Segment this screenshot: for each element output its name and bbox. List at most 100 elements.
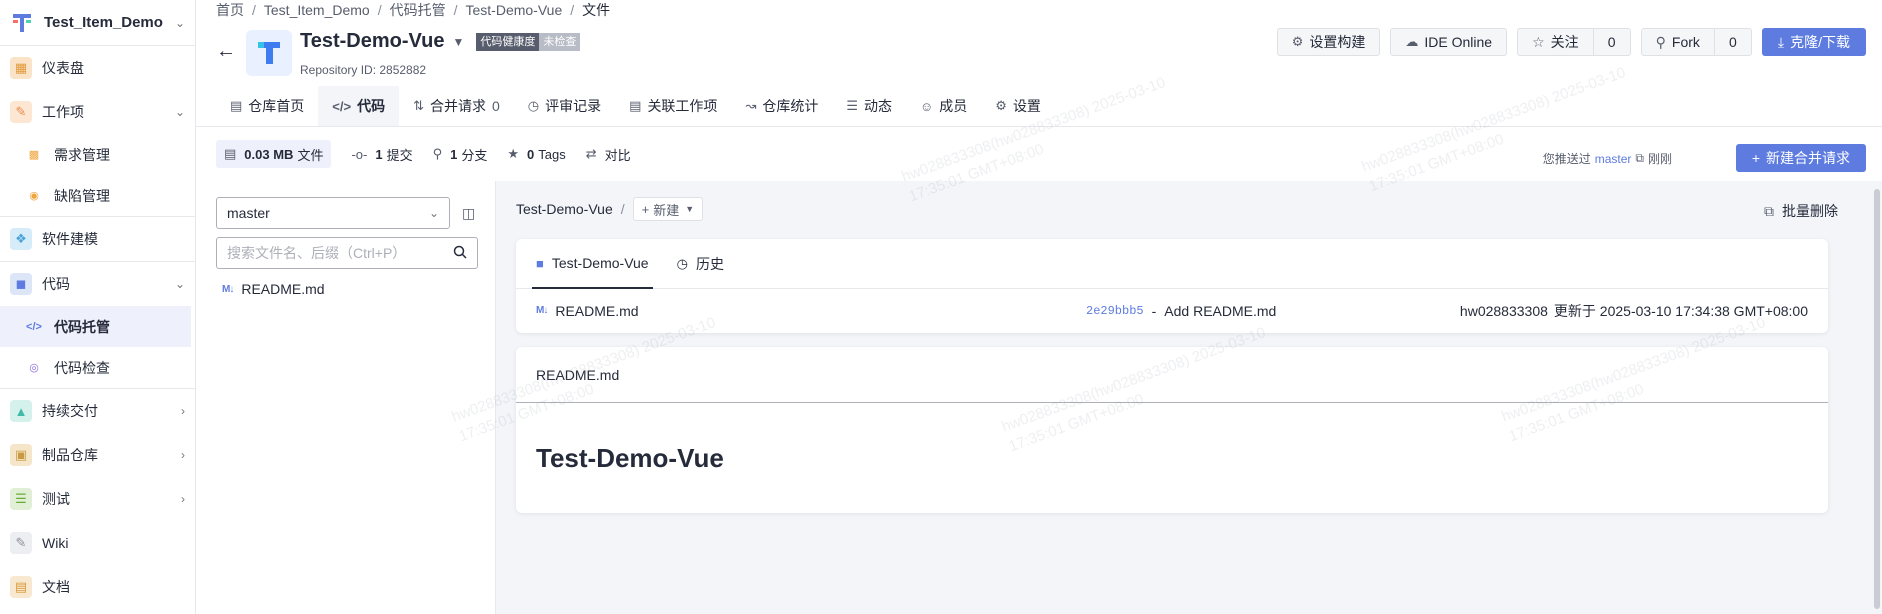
commit-hash[interactable]: 2e29bbb5 xyxy=(1086,304,1144,318)
breadcrumb-separator: / xyxy=(570,2,575,18)
sidebar-item-artifacts[interactable]: ▣ 制品仓库 › xyxy=(0,433,195,477)
push-branch-link[interactable]: master xyxy=(1595,152,1632,166)
scrollbar[interactable] xyxy=(1872,181,1882,614)
chevron-down-icon: ⌄ xyxy=(174,15,185,30)
repo-header: 首页 / Test_Item_Demo / 代码托管 / Test-Demo-V… xyxy=(196,0,1882,181)
fork-icon: ⚲ xyxy=(1655,33,1666,50)
breadcrumb-home[interactable]: 首页 xyxy=(216,0,244,20)
tab-activity[interactable]: ☰ 动态 xyxy=(832,86,906,126)
commit-author[interactable]: hw028833308 xyxy=(1460,303,1548,319)
repo-tabs: ▤ 仓库首页 </> 代码 ⇅ 合并请求 0 ◷ 评审记录 ▤ 关联工作项 ↝ xyxy=(216,86,1055,126)
health-label: 代码健康度 xyxy=(476,32,540,51)
commit-updated: 更新于 2025-03-10 17:34:38 GMT+08:00 xyxy=(1553,302,1808,319)
document-icon: ▤ xyxy=(629,98,642,113)
tab-merge-requests[interactable]: ⇅ 合并请求 0 xyxy=(399,86,514,126)
tab-repo-home[interactable]: ▤ 仓库首页 xyxy=(216,86,318,126)
watch-button[interactable]: ☆ 关注 xyxy=(1518,29,1594,55)
stat-tags[interactable]: ★ 0 Tags xyxy=(507,146,565,162)
tab-count: 0 xyxy=(492,98,500,114)
code-icon: ◼ xyxy=(10,273,32,295)
tab-settings[interactable]: ⚙ 设置 xyxy=(981,86,1055,126)
commit-message[interactable]: Add README.md xyxy=(1164,303,1460,319)
fork-button-group: ⚲ Fork 0 xyxy=(1640,28,1752,56)
caret-down-icon: ▼ xyxy=(685,204,695,214)
readme-card: README.md Test-Demo-Vue xyxy=(516,347,1828,513)
fork-button[interactable]: ⚲ Fork xyxy=(1642,29,1715,55)
stat-files[interactable]: ▤ 0.03 MB 文件 xyxy=(216,140,332,168)
button-label: 克隆/下载 xyxy=(1790,34,1850,50)
sidebar-item-workitems[interactable]: ✎ 工作项 ⌄ xyxy=(0,90,195,134)
button-label: 新建合并请求 xyxy=(1766,150,1850,166)
back-arrow-icon[interactable]: ← xyxy=(216,40,236,63)
history-icon: ◷ xyxy=(676,256,688,271)
sidebar-item-modeling[interactable]: ❖ 软件建模 xyxy=(0,217,195,261)
breadcrumb-repo[interactable]: Test-Demo-Vue xyxy=(466,2,563,18)
file-search-input[interactable] xyxy=(227,245,453,261)
settings-build-button[interactable]: ⚙ 设置构建 xyxy=(1276,28,1381,56)
tab-files[interactable]: ■ Test-Demo-Vue xyxy=(532,239,653,289)
breadcrumb-code-hosting[interactable]: 代码托管 xyxy=(390,0,446,20)
markdown-icon: M↓ xyxy=(536,305,548,316)
chevron-right-icon: › xyxy=(181,448,185,462)
tab-repo-stats[interactable]: ↝ 仓库统计 xyxy=(731,86,832,126)
stat-commits[interactable]: -o- 1 提交 xyxy=(351,145,412,164)
stat-branches[interactable]: ⚲ 1 分支 xyxy=(433,145,488,164)
file-name: README.md xyxy=(241,281,325,297)
new-merge-request-button[interactable]: + 新建合并请求 xyxy=(1735,144,1866,172)
tab-label: 仓库统计 xyxy=(762,98,819,114)
list-icon: ☰ xyxy=(846,98,858,113)
tab-code[interactable]: </> 代码 xyxy=(318,86,400,126)
chevron-down-icon[interactable]: ▼ xyxy=(452,35,464,49)
sidebar-item-dashboard[interactable]: ▦ 仪表盘 xyxy=(0,46,195,90)
file-row[interactable]: M↓ README.md 2e29bbb5 - Add README.md hw… xyxy=(516,289,1828,332)
tab-history[interactable]: ◷ 历史 xyxy=(673,239,728,289)
sidebar-item-requirements[interactable]: ▩ 需求管理 xyxy=(0,134,195,175)
sidebar-item-code[interactable]: ◼ 代码 ⌄ xyxy=(0,262,195,306)
scrollbar-thumb[interactable] xyxy=(1874,189,1880,609)
watch-count[interactable]: 0 xyxy=(1594,29,1630,55)
project-switcher[interactable]: Test_Item_Demo ⌄ xyxy=(0,0,195,46)
fork-count[interactable]: 0 xyxy=(1715,29,1751,55)
stat-value: 0.03 MB xyxy=(244,146,294,162)
breadcrumb-project[interactable]: Test_Item_Demo xyxy=(264,2,370,18)
tab-linked-workitems[interactable]: ▤ 关联工作项 xyxy=(615,86,731,126)
sidebar-item-label: 仪表盘 xyxy=(42,60,84,76)
file-name[interactable]: README.md xyxy=(555,303,638,319)
sidebar-item-testing[interactable]: ☰ 测试 › xyxy=(0,477,195,521)
file-tree-item[interactable]: M↓ README.md xyxy=(222,281,325,297)
repo-actions: ⚙ 设置构建 ☁ IDE Online ☆ 关注 0 ⚲ Fork 0 ⤓ 克隆… xyxy=(1276,28,1866,56)
sidebar-item-delivery[interactable]: ▲ 持续交付 › xyxy=(0,389,195,433)
tab-divider xyxy=(196,126,1882,127)
bulk-delete-button[interactable]: ⧉ 批量删除 xyxy=(1764,201,1838,221)
repo-name: Test-Demo-Vue xyxy=(300,30,445,52)
tab-label: 成员 xyxy=(939,98,968,114)
search-icon[interactable] xyxy=(453,245,467,262)
stat-compare[interactable]: ⇄ 对比 xyxy=(586,145,631,164)
code-health-badge[interactable]: 代码健康度 未检查 xyxy=(476,32,581,51)
markdown-icon: M↓ xyxy=(222,283,234,295)
requirement-icon: ▩ xyxy=(28,149,40,161)
tab-review-records[interactable]: ◷ 评审记录 xyxy=(514,86,615,126)
chevron-right-icon: › xyxy=(181,492,185,506)
delivery-icon: ▲ xyxy=(10,400,32,422)
modeling-icon: ❖ xyxy=(10,228,32,250)
sidebar-item-docs[interactable]: ▤ 文档 xyxy=(0,565,195,609)
sidebar-item-code-hosting[interactable]: </> 代码托管 xyxy=(0,306,191,347)
readme-header: README.md xyxy=(516,347,1828,403)
ide-online-button[interactable]: ☁ IDE Online xyxy=(1390,28,1508,56)
sidebar-item-code-check[interactable]: ◎ 代码检查 xyxy=(0,347,195,388)
card-tabs: ■ Test-Demo-Vue ◷ 历史 xyxy=(516,239,1828,289)
sidebar-item-wiki[interactable]: ✎ Wiki xyxy=(0,521,195,565)
collapse-panel-icon[interactable]: ◫ xyxy=(462,205,475,222)
tab-label: 评审记录 xyxy=(545,98,602,114)
copy-icon[interactable]: ⧉ xyxy=(1635,151,1644,166)
new-file-dropdown[interactable]: + 新建 ▼ xyxy=(632,197,704,221)
path-root[interactable]: Test-Demo-Vue xyxy=(516,201,613,217)
chart-icon: ↝ xyxy=(745,98,757,113)
tab-label: Test-Demo-Vue xyxy=(551,255,649,271)
branch-select[interactable]: master ⌄ xyxy=(216,197,450,229)
clone-download-button[interactable]: ⤓ 克隆/下载 xyxy=(1761,28,1866,56)
tab-members[interactable]: ☺ 成员 xyxy=(906,86,981,126)
sidebar-item-label: 缺陷管理 xyxy=(54,187,110,204)
sidebar-item-defects[interactable]: ◉ 缺陷管理 xyxy=(0,175,195,216)
